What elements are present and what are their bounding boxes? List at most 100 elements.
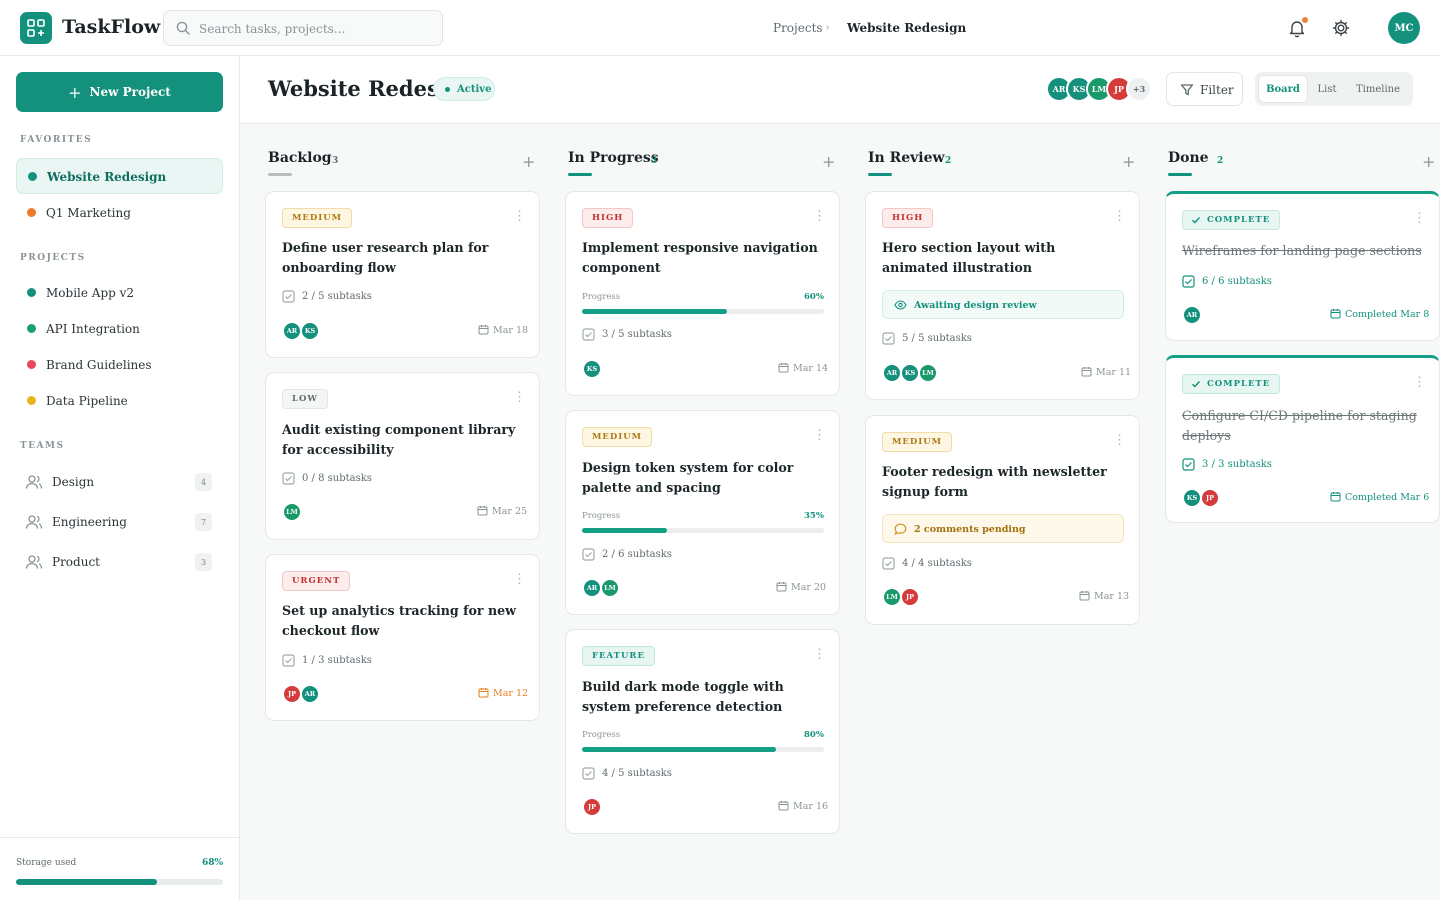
- new-project-label: New Project: [89, 85, 171, 99]
- status-tag-label: COMPLETE: [1207, 379, 1271, 389]
- column-underline: [868, 173, 892, 176]
- more-vertical-icon[interactable]: ⋮: [1113, 434, 1126, 447]
- search-box[interactable]: [163, 10, 443, 46]
- subtask-label: 6 / 6 subtasks: [1202, 276, 1272, 287]
- column-underline: [568, 173, 592, 176]
- team-label: Product: [52, 555, 100, 569]
- priority-tag: HIGH: [882, 208, 934, 228]
- calendar-icon: [778, 363, 789, 373]
- card-title: Set up analytics tracking for new checko…: [282, 603, 516, 638]
- comment-icon: [894, 523, 907, 535]
- assignee-avatars: AR KS LM: [882, 363, 962, 383]
- sidebar-item-q1-marketing[interactable]: Q1 Marketing: [16, 195, 223, 231]
- team-count-badge: 7: [195, 513, 212, 531]
- assignee-avatars: AR: [1182, 305, 1262, 325]
- task-card[interactable]: COMPLETE ⋮ Wireframes for landing page s…: [1165, 191, 1440, 341]
- tab-board[interactable]: Board: [1258, 75, 1308, 103]
- subtask-label: 3 / 3 subtasks: [1202, 459, 1272, 470]
- avatar: JP: [1200, 488, 1220, 508]
- calendar-icon: [478, 325, 489, 335]
- task-card[interactable]: LOW ⋮ Audit existing component library f…: [265, 372, 540, 540]
- due-date-label: Mar 14: [793, 363, 829, 374]
- progress-bar-fill: [582, 528, 667, 533]
- status-tag-label: COMPLETE: [1207, 215, 1271, 225]
- priority-tag: MEDIUM: [282, 208, 353, 228]
- avatar: AR: [1182, 305, 1202, 325]
- sidebar-item-data-pipeline[interactable]: Data Pipeline: [16, 383, 223, 419]
- team-count-badge: 4: [195, 473, 212, 491]
- add-card-icon[interactable]: +: [522, 152, 535, 171]
- project-color-dot: [27, 396, 36, 405]
- add-card-icon[interactable]: +: [1422, 152, 1435, 171]
- column-count: 2: [1217, 156, 1224, 166]
- user-avatar[interactable]: MC: [1388, 12, 1420, 44]
- filter-button[interactable]: Filter: [1166, 72, 1243, 106]
- task-card[interactable]: MEDIUM ⋮ Footer redesign with newsletter…: [865, 415, 1140, 625]
- more-vertical-icon[interactable]: ⋮: [513, 391, 526, 404]
- logo-icon[interactable]: [20, 12, 52, 44]
- subtask-label: 0 / 8 subtasks: [302, 473, 372, 484]
- status-badge: Active: [433, 77, 495, 101]
- users-icon: [25, 475, 43, 489]
- avatar: LM: [600, 578, 620, 598]
- task-card[interactable]: FEATURE ⋮ Build dark mode toggle with sy…: [565, 629, 840, 834]
- more-vertical-icon[interactable]: ⋮: [513, 210, 526, 223]
- sidebar-team-product[interactable]: Product 3: [16, 544, 223, 580]
- projects-heading: PROJECTS: [20, 253, 86, 263]
- add-card-icon[interactable]: +: [1122, 152, 1135, 171]
- tab-timeline[interactable]: Timeline: [1347, 75, 1409, 103]
- chevron-right-icon: ›: [825, 20, 830, 34]
- eye-icon: [894, 300, 907, 310]
- review-note-label: Awaiting design review: [914, 300, 1037, 311]
- task-card[interactable]: HIGH ⋮ Implement responsive navigation c…: [565, 191, 840, 396]
- more-vertical-icon[interactable]: ⋮: [813, 429, 826, 442]
- card-title: Hero section layout with animated illust…: [882, 240, 1056, 275]
- more-vertical-icon[interactable]: ⋮: [1413, 212, 1426, 225]
- plus-icon: +: [68, 82, 82, 102]
- storage-widget: Storage used 68%: [0, 837, 240, 900]
- task-card[interactable]: URGENT ⋮ Set up analytics tracking for n…: [265, 554, 540, 721]
- search-input[interactable]: [199, 19, 434, 39]
- column-title-in-review: In Review: [868, 150, 945, 166]
- users-icon: [25, 515, 43, 529]
- member-avatars[interactable]: AR KS LM JP +3: [1046, 76, 1156, 102]
- new-project-button[interactable]: + New Project: [16, 72, 223, 112]
- gear-icon[interactable]: [1331, 18, 1351, 38]
- sidebar-item-label: API Integration: [46, 322, 140, 336]
- due-date-label: Mar 13: [1094, 591, 1130, 602]
- avatar: KS: [582, 359, 602, 379]
- storage-label: Storage used: [16, 858, 77, 868]
- column-title-in-progress: In Progress: [568, 150, 659, 166]
- sidebar-item-brand-guidelines[interactable]: Brand Guidelines: [16, 347, 223, 383]
- tab-list[interactable]: List: [1310, 75, 1344, 103]
- more-vertical-icon[interactable]: ⋮: [813, 648, 826, 661]
- avatar: KS: [900, 363, 920, 383]
- check-icon: [1192, 217, 1201, 224]
- breadcrumb-parent[interactable]: Projects: [773, 21, 823, 35]
- sidebar-item-label: Mobile App v2: [46, 286, 135, 300]
- task-card[interactable]: HIGH ⋮ Hero section layout with animated…: [865, 191, 1140, 400]
- more-vertical-icon[interactable]: ⋮: [1113, 210, 1126, 223]
- sidebar-team-engineering[interactable]: Engineering 7: [16, 504, 223, 540]
- sidebar-item-label: Data Pipeline: [46, 394, 128, 408]
- column-underline: [1168, 173, 1192, 176]
- column-count: 3: [651, 156, 658, 166]
- more-vertical-icon[interactable]: ⋮: [813, 210, 826, 223]
- add-card-icon[interactable]: +: [822, 152, 835, 171]
- sidebar-item-api-integration[interactable]: API Integration: [16, 311, 223, 347]
- completed-date-label: Completed Mar 8: [1345, 309, 1430, 320]
- completed-date-label: Completed Mar 6: [1345, 492, 1430, 503]
- more-vertical-icon[interactable]: ⋮: [1413, 376, 1426, 389]
- sidebar-item-mobile-app[interactable]: Mobile App v2: [16, 275, 223, 311]
- more-vertical-icon[interactable]: ⋮: [513, 573, 526, 586]
- sidebar-team-design[interactable]: Design 4: [16, 464, 223, 500]
- due-date-label: Mar 20: [791, 582, 827, 593]
- avatar: KS: [1182, 488, 1202, 508]
- task-card[interactable]: COMPLETE ⋮ Configure CI/CD pipeline for …: [1165, 355, 1440, 523]
- task-card[interactable]: MEDIUM ⋮ Design token system for color p…: [565, 410, 840, 615]
- assignee-avatars: JP: [582, 797, 662, 817]
- app-name: TaskFlow: [62, 16, 161, 38]
- column-title-backlog: Backlog: [268, 150, 332, 166]
- sidebar-item-website-redesign[interactable]: Website Redesign: [16, 158, 223, 194]
- task-card[interactable]: MEDIUM ⋮ Define user research plan for o…: [265, 191, 540, 358]
